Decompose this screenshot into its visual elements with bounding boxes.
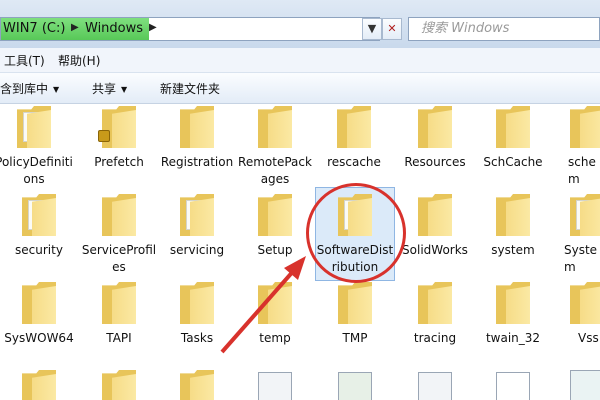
arrow-shaft	[220, 266, 298, 354]
annotation-arrow	[220, 256, 306, 354]
